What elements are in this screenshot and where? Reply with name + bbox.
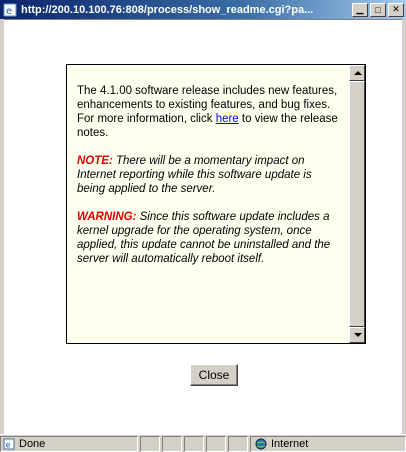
release-notes-link[interactable]: here	[216, 113, 239, 125]
zone-text: Internet	[271, 437, 309, 450]
warning-paragraph: WARNING: Since this software update incl…	[77, 210, 339, 266]
note-paragraph: NOTE: There will be a momentary impact o…	[77, 154, 339, 196]
intro-paragraph: The 4.1.00 software release includes new…	[77, 84, 339, 140]
panel-scrollbar[interactable]	[349, 65, 365, 343]
status-panel	[184, 435, 204, 452]
status-panel	[162, 435, 182, 452]
window-title: http://200.10.100.76:808/process/show_re…	[21, 3, 314, 16]
status-text: Done	[19, 437, 46, 450]
readme-text: The 4.1.00 software release includes new…	[77, 84, 339, 280]
svg-text:e: e	[6, 440, 11, 449]
svg-text:e: e	[6, 6, 12, 17]
status-panel	[206, 435, 226, 452]
close-button[interactable]: Close	[190, 364, 238, 386]
note-text: There will be a momentary impact on Inte…	[77, 155, 312, 195]
security-zone: Internet	[250, 435, 406, 452]
globe-icon	[255, 438, 267, 449]
status-panel	[228, 435, 248, 452]
note-label: NOTE:	[77, 155, 113, 167]
arrow-up-icon	[354, 71, 362, 75]
scroll-up-button[interactable]	[349, 65, 365, 81]
status-done-panel: e Done	[0, 435, 138, 452]
status-panel	[140, 435, 160, 452]
close-window-button[interactable]: ✕	[388, 2, 404, 17]
scroll-down-button[interactable]	[349, 327, 365, 343]
readme-panel: The 4.1.00 software release includes new…	[66, 64, 366, 344]
arrow-down-icon	[354, 333, 362, 337]
scroll-thumb[interactable]	[349, 81, 365, 327]
minimize-button[interactable]: ▁	[352, 2, 368, 17]
title-bar[interactable]: e http://200.10.100.76:808/process/show_…	[0, 0, 406, 19]
page-done-icon: e	[3, 438, 15, 449]
status-bar: e Done Internet	[0, 434, 406, 452]
maximize-button[interactable]: □	[370, 2, 386, 17]
ie-page-icon: e	[3, 3, 17, 17]
warning-label: WARNING:	[77, 211, 137, 223]
window-frame-right	[402, 19, 406, 434]
browser-content: The 4.1.00 software release includes new…	[4, 19, 402, 434]
